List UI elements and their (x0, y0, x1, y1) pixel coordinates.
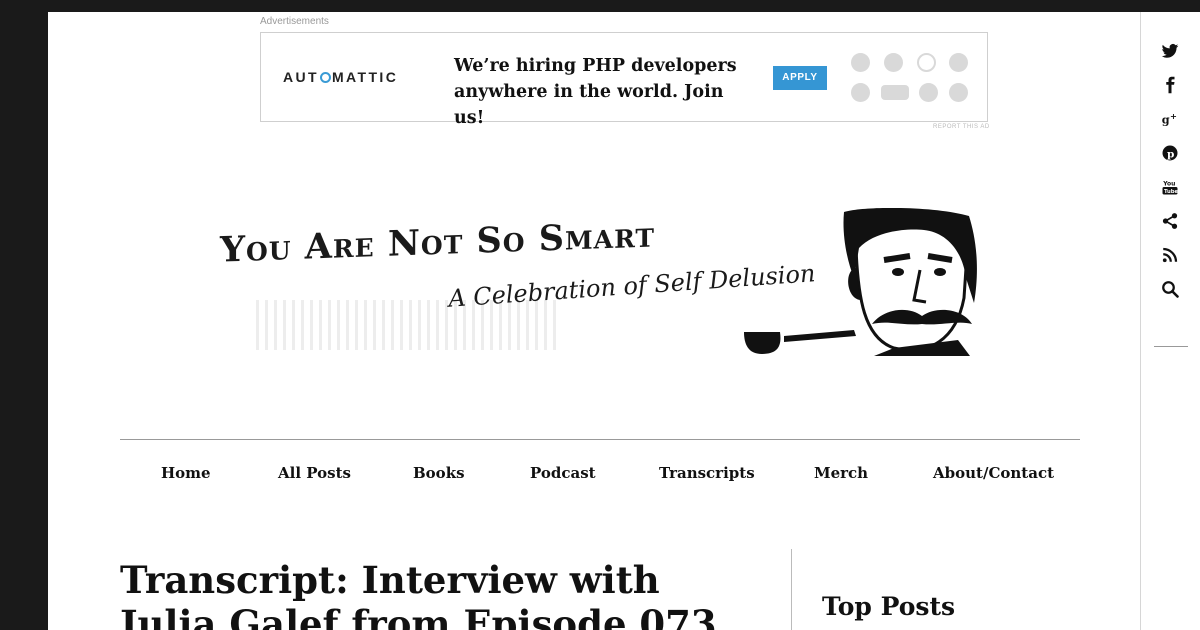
simplenote-logo-icon (919, 83, 938, 102)
nav-item-about-contact[interactable]: About/Contact (933, 464, 1054, 482)
social-rail: g + p You Tube (1140, 12, 1200, 630)
svg-text:+: + (1170, 111, 1177, 121)
column-divider (791, 549, 792, 630)
nav-item-home[interactable]: Home (161, 464, 211, 482)
rss-icon[interactable] (1158, 244, 1182, 266)
ad-brand-text: AUT MATTIC (283, 69, 399, 85)
report-ad-link[interactable]: REPORT THIS AD (933, 124, 990, 130)
ad-banner[interactable]: AUT MATTIC We’re hiring PHP developers an… (260, 32, 988, 128)
nav-item-transcripts[interactable]: Transcripts (659, 464, 755, 482)
tumblr-logo-icon (851, 83, 870, 102)
nav-divider (120, 439, 1080, 440)
sidebar-heading-top-posts: Top Posts (822, 592, 956, 621)
nav-item-books[interactable]: Books (413, 464, 465, 482)
ad-label: Advertisements (260, 16, 329, 27)
google-plus-icon[interactable]: g + (1158, 108, 1182, 130)
ad-product-icons (849, 51, 973, 107)
site-title: You Are Not So Smart (220, 214, 656, 271)
rail-divider (1154, 346, 1188, 347)
search-icon[interactable] (1158, 278, 1182, 300)
akismet-logo-icon (917, 53, 936, 72)
ad-brand-o-ring (319, 72, 331, 83)
ad-brand-logo: AUT MATTIC (283, 69, 398, 85)
site-header-banner[interactable]: You Are Not So Smart A Celebration of Se… (216, 208, 986, 356)
svg-text:p: p (1167, 149, 1174, 161)
facebook-icon[interactable] (1158, 74, 1182, 96)
pinterest-icon[interactable]: p (1158, 142, 1182, 164)
page-content: Advertisements AUT MATTIC We’re hiring PH… (48, 12, 1140, 630)
ad-headline: We’re hiring PHP developers anywhere in … (454, 56, 737, 128)
vaultpress-logo-icon (949, 53, 968, 72)
nav-item-merch[interactable]: Merch (814, 464, 868, 482)
window-top-strip (0, 0, 1200, 12)
woocommerce-logo-icon (881, 85, 909, 100)
svg-text:Tube: Tube (1164, 189, 1179, 195)
post-title[interactable]: Transcript: Interview with Julia Galef f… (120, 558, 760, 630)
crowdsignal-logo-icon (949, 83, 968, 102)
nav-item-all-posts[interactable]: All Posts (278, 464, 351, 482)
main-nav: Home All Posts Books Podcast Transcripts… (120, 464, 1080, 488)
jetpack-logo-icon (884, 53, 903, 72)
svg-text:g: g (1162, 113, 1170, 127)
nav-item-podcast[interactable]: Podcast (530, 464, 596, 482)
youtube-icon[interactable]: You Tube (1158, 176, 1182, 198)
svg-text:You: You (1162, 181, 1175, 188)
share-icon[interactable] (1158, 210, 1182, 232)
wordpress-logo-icon (851, 53, 870, 72)
twitter-icon[interactable] (1158, 40, 1182, 62)
mustache-man-illustration (744, 208, 977, 356)
banner-texture (256, 300, 556, 350)
ad-apply-button[interactable]: APPLY (773, 66, 827, 90)
